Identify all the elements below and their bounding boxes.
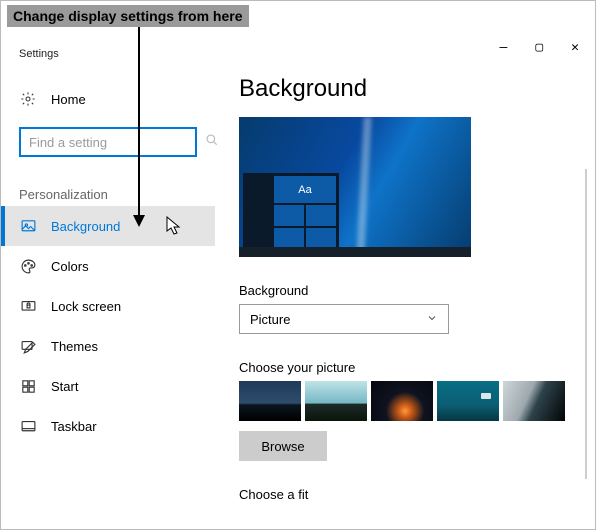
- sidebar-item-background[interactable]: Background: [1, 206, 215, 246]
- background-label: Background: [239, 283, 565, 298]
- sidebar-item-label: Taskbar: [51, 419, 97, 434]
- preview-tile-sample: Aa: [274, 176, 336, 203]
- themes-icon: [19, 338, 37, 355]
- taskbar-icon: [19, 418, 37, 435]
- search-box[interactable]: [19, 127, 197, 157]
- sidebar-item-label: Themes: [51, 339, 98, 354]
- sidebar-item-taskbar[interactable]: Taskbar: [1, 406, 215, 446]
- choose-fit-label: Choose a fit: [239, 487, 565, 502]
- section-label: Personalization: [1, 169, 215, 206]
- lockscreen-icon: [19, 298, 37, 315]
- preview-taskbar: [239, 247, 471, 257]
- browse-button[interactable]: Browse: [239, 431, 327, 461]
- desktop-preview: Aa: [239, 117, 471, 257]
- scrollbar[interactable]: [585, 169, 587, 479]
- sidebar-item-label: Background: [51, 219, 120, 234]
- search-input[interactable]: [29, 135, 205, 150]
- sidebar-item-label: Start: [51, 379, 78, 394]
- sidebar-item-label: Lock screen: [51, 299, 121, 314]
- picture-thumbnail[interactable]: [371, 381, 433, 421]
- annotation-label: Change display settings from here: [7, 5, 249, 27]
- close-button[interactable]: ✕: [571, 41, 579, 54]
- window-title: Settings: [19, 48, 59, 60]
- background-dropdown[interactable]: Picture: [239, 304, 449, 334]
- sidebar-item-start[interactable]: Start: [1, 366, 215, 406]
- chevron-down-icon: [426, 312, 438, 327]
- start-icon: [19, 378, 37, 395]
- palette-icon: [19, 258, 37, 275]
- picture-thumbnail[interactable]: [437, 381, 499, 421]
- gear-icon: [19, 91, 37, 107]
- background-value: Picture: [250, 312, 290, 327]
- preview-start-menu: Aa: [243, 173, 339, 247]
- picture-thumbnails: [239, 381, 565, 421]
- sidebar-item-label: Colors: [51, 259, 89, 274]
- sidebar-item-themes[interactable]: Themes: [1, 326, 215, 366]
- home-button[interactable]: Home: [1, 79, 215, 119]
- maximize-button[interactable]: ▢: [535, 41, 543, 54]
- sidebar-item-lockscreen[interactable]: Lock screen: [1, 286, 215, 326]
- minimize-button[interactable]: —: [500, 41, 508, 54]
- page-title: Background: [239, 75, 565, 103]
- home-label: Home: [51, 92, 86, 107]
- picture-icon: [19, 218, 37, 235]
- sidebar: Home Personalization Background Colors: [1, 61, 215, 529]
- sidebar-item-colors[interactable]: Colors: [1, 246, 215, 286]
- picture-thumbnail[interactable]: [305, 381, 367, 421]
- choose-picture-label: Choose your picture: [239, 360, 565, 375]
- picture-thumbnail[interactable]: [239, 381, 301, 421]
- content-pane: Background Aa Background Picture Choose …: [215, 61, 595, 529]
- picture-thumbnail[interactable]: [503, 381, 565, 421]
